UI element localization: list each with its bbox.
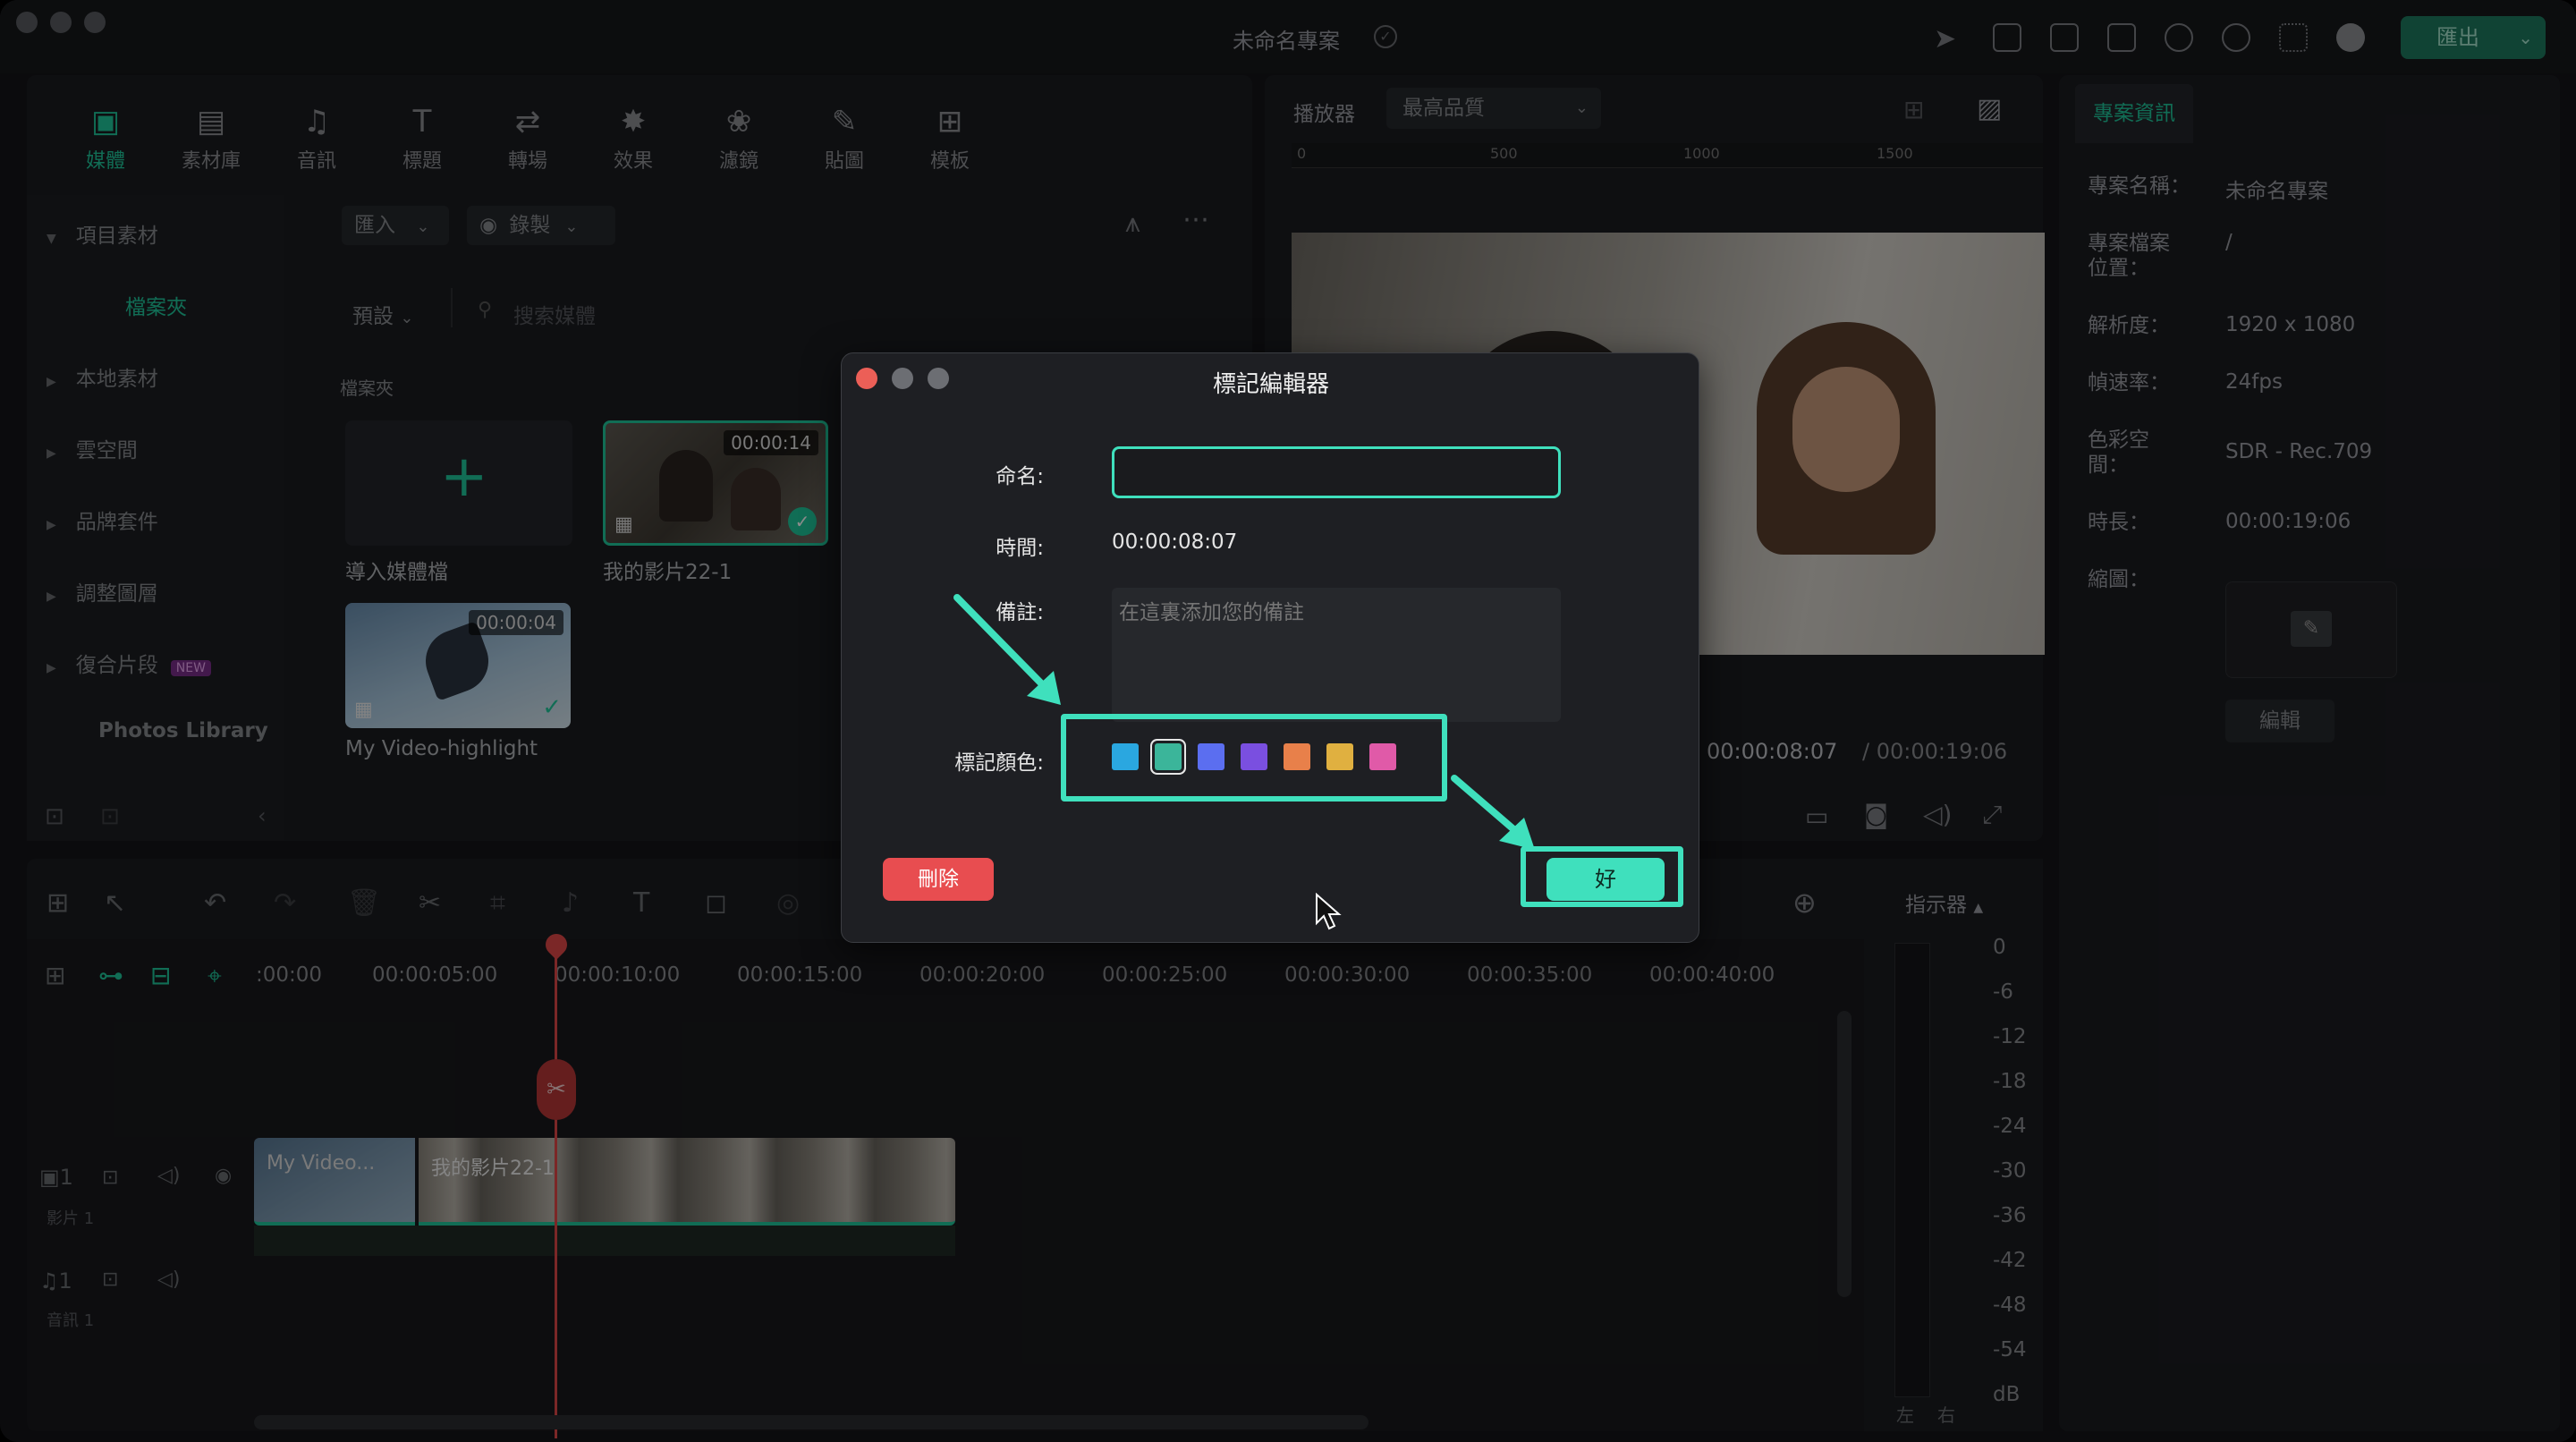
delete-button[interactable]: 刪除 xyxy=(883,858,994,901)
highlight-box-ok xyxy=(1521,846,1683,907)
time-label: 時間: xyxy=(996,537,1044,560)
name-input[interactable] xyxy=(1112,446,1561,498)
marker-color-label: 標記顏色: xyxy=(954,751,1044,775)
highlight-box-colors xyxy=(1061,714,1447,802)
dialog-title: 標記編輯器 xyxy=(1212,371,1329,398)
arrow-icon xyxy=(1451,775,1535,850)
time-value: 00:00:08:07 xyxy=(1112,530,1238,554)
note-input[interactable] xyxy=(1112,588,1561,722)
name-label: 命名: xyxy=(996,465,1044,488)
arrow-icon xyxy=(953,594,1061,705)
mouse-cursor-icon xyxy=(1316,893,1342,930)
app-window: 未命名專案 ✓ ➤ 匯出 ⌄ ▣ 媒體 ▤ 素材庫 ♫ 音訊 T 標題 ⇄ 轉場 ✸ 效果 ❀… xyxy=(0,0,2576,1442)
